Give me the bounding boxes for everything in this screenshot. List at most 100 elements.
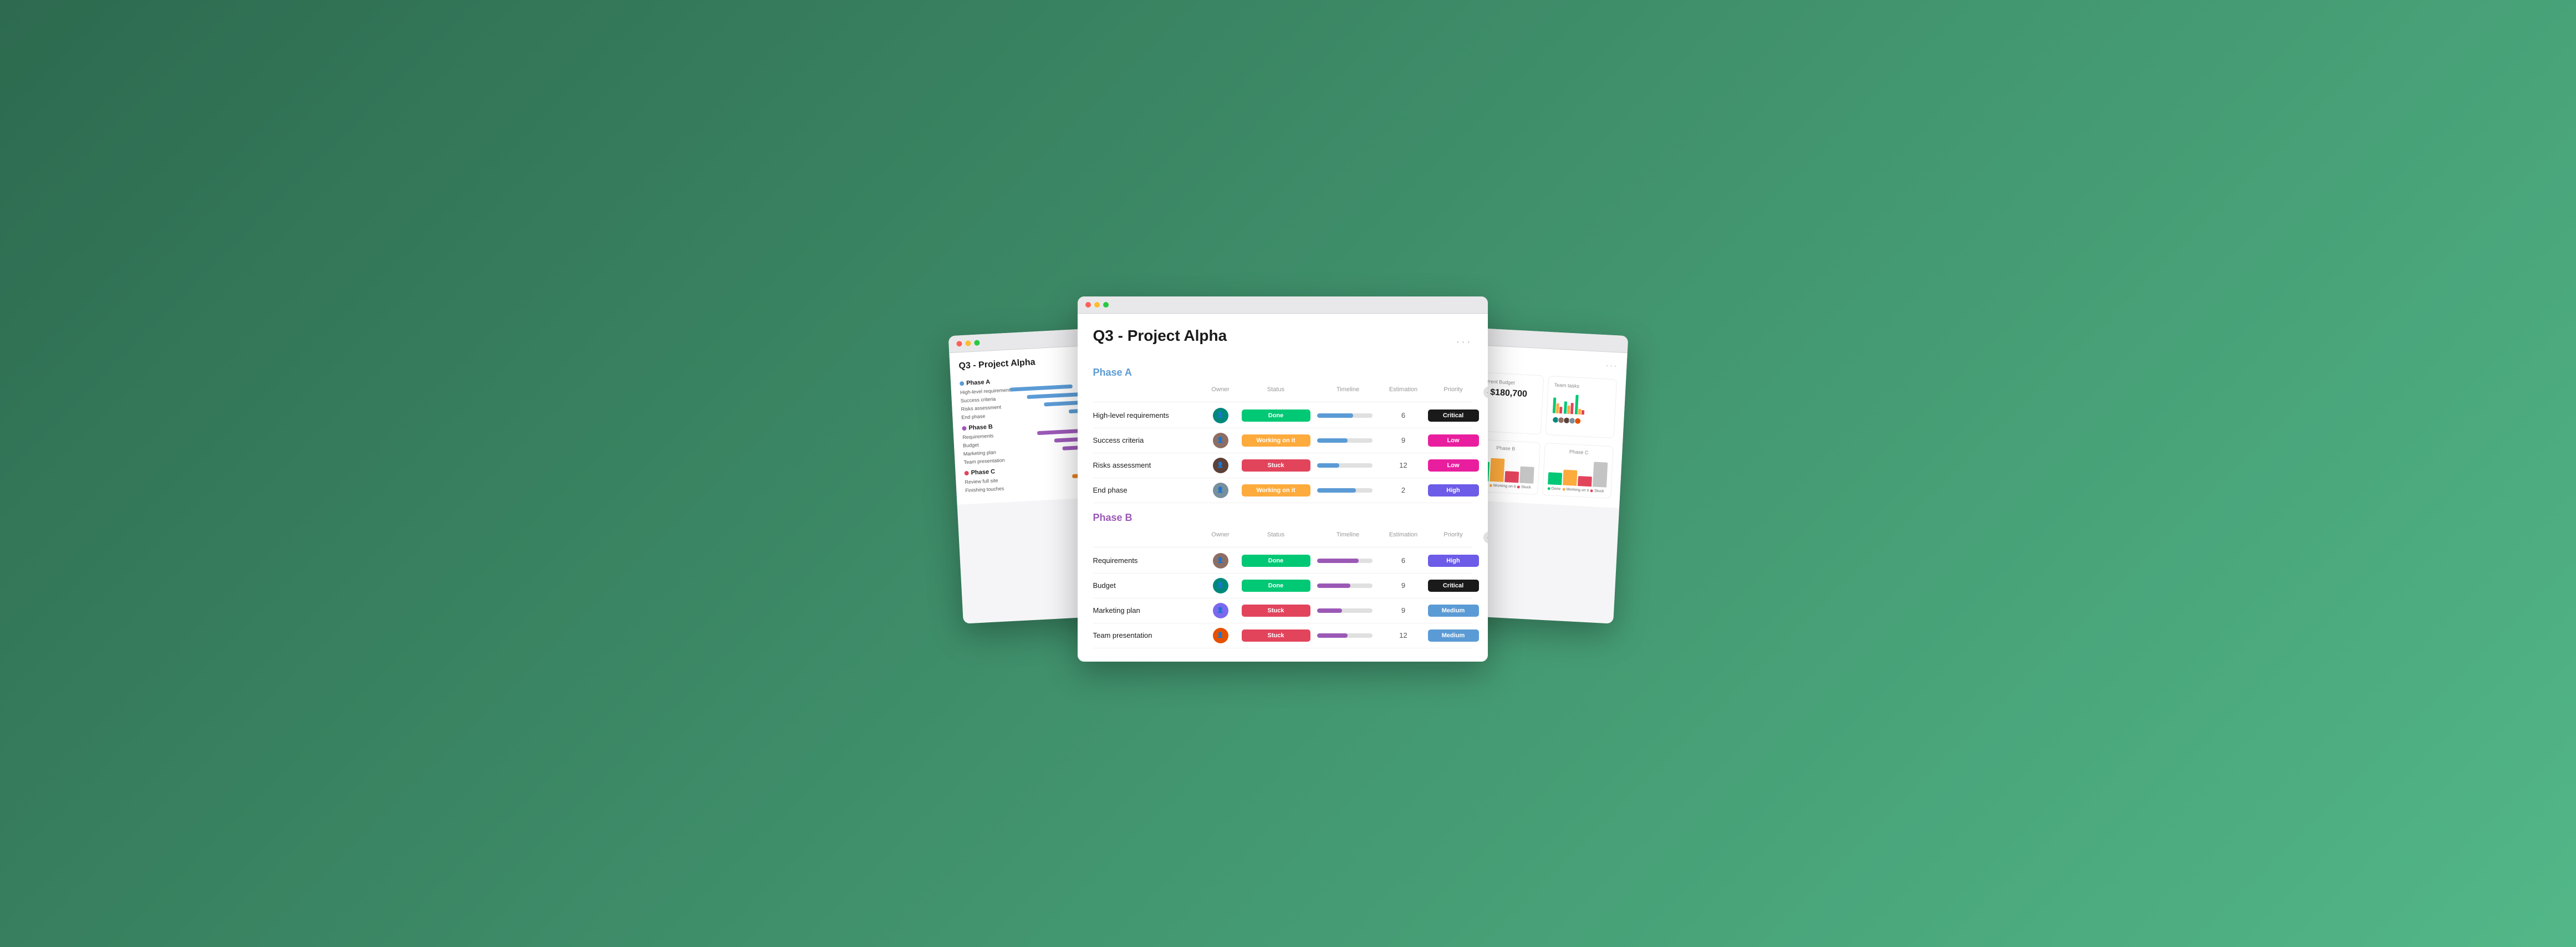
avatar: 👤 <box>1213 433 1228 448</box>
estimation: 12 <box>1381 631 1426 639</box>
estimation: 9 <box>1381 436 1426 444</box>
col-estimation-b: Estimation <box>1381 531 1426 544</box>
timeline <box>1315 559 1381 563</box>
timeline <box>1315 583 1381 588</box>
team-avatars <box>1552 416 1608 426</box>
col-add[interactable]: + <box>1481 386 1488 398</box>
main-title: Q3 - Project Alpha <box>1093 327 1227 345</box>
priority-badge: Critical <box>1428 580 1479 592</box>
task-name: Risks assessment <box>1093 461 1204 469</box>
phase-b-table-header: Owner Status Timeline Estimation Priorit… <box>1093 528 1472 547</box>
dashboard-menu-dots[interactable]: ··· <box>1605 361 1618 371</box>
close-dot[interactable] <box>1085 302 1091 308</box>
phase-a-heading: Phase A <box>1093 367 1472 378</box>
main-menu-dots[interactable]: ··· <box>1456 336 1472 349</box>
task-name: Marketing plan <box>1093 606 1204 615</box>
add-task-button-b[interactable]: + <box>1483 531 1488 544</box>
priority-badge: Critical <box>1428 409 1479 422</box>
priority-badge: Low <box>1428 459 1479 472</box>
avatar: 👤 <box>1213 483 1228 498</box>
close-dot[interactable] <box>956 341 962 347</box>
col-status-b: Status <box>1237 531 1315 544</box>
timeline <box>1315 488 1381 493</box>
maximize-dot[interactable] <box>1103 302 1109 308</box>
minimize-dot[interactable] <box>965 340 971 346</box>
team-tasks-card: Team tasks <box>1545 375 1616 438</box>
col-owner-b: Owner <box>1204 531 1237 544</box>
col-timeline-b: Timeline <box>1315 531 1381 544</box>
timeline <box>1315 413 1381 418</box>
budget-title: Current Budget <box>1481 378 1537 386</box>
phase-a-table-header: Owner Status Timeline Estimation Priorit… <box>1093 383 1472 402</box>
task-name: Requirements <box>1093 556 1204 565</box>
col-status: Status <box>1237 386 1315 398</box>
status-badge: Working on it <box>1242 434 1310 447</box>
phase-c-chart-title: Phase C <box>1549 448 1608 457</box>
status-badge: Stuck <box>1242 605 1310 617</box>
phase-b-dot <box>962 426 966 430</box>
table-row: Budget 👤 Done 9 Critical <box>1093 574 1472 598</box>
phase-c-legend: Done Working on it Stuck <box>1547 487 1606 494</box>
estimation: 6 <box>1381 556 1426 565</box>
minimize-dot[interactable] <box>1094 302 1100 308</box>
team-tasks-title: Team tasks <box>1554 382 1610 390</box>
avatar: 👤 <box>1213 578 1228 593</box>
table-row: Team presentation 👤 Stuck 12 Medium <box>1093 623 1472 648</box>
status-badge: Stuck <box>1242 629 1310 642</box>
status-badge: Stuck <box>1242 459 1310 472</box>
timeline <box>1315 438 1381 443</box>
table-row: Risks assessment 👤 Stuck 12 Low <box>1093 453 1472 478</box>
team-tasks-chart <box>1552 391 1610 416</box>
priority-badge: High <box>1428 555 1479 567</box>
table-row: Requirements 👤 Done 6 High <box>1093 549 1472 574</box>
budget-value: $180,700 <box>1480 387 1537 400</box>
estimation: 9 <box>1381 606 1426 615</box>
add-task-button[interactable]: + <box>1483 386 1488 398</box>
status-badge: Done <box>1242 580 1310 592</box>
avatar: 👤 <box>1213 628 1228 643</box>
priority-badge: Medium <box>1428 605 1479 617</box>
task-name: High-level requirements <box>1093 411 1204 419</box>
timeline <box>1315 463 1381 468</box>
priority-badge: High <box>1428 484 1479 496</box>
table-row: Success criteria 👤 Working on it 9 Low <box>1093 428 1472 453</box>
col-priority: Priority <box>1426 386 1481 398</box>
table-row: End phase 👤 Working on it 2 High <box>1093 478 1472 503</box>
table-row: High-level requirements 👤 Done 6 Critica… <box>1093 403 1472 428</box>
avatar: 👤 <box>1213 458 1228 473</box>
col-timeline: Timeline <box>1315 386 1381 398</box>
phase-c-chart: Phase C Done Working on it Stuck <box>1542 442 1614 498</box>
table-row: Marketing plan 👤 Stuck 9 Medium <box>1093 598 1472 623</box>
col-priority-b: Priority <box>1426 531 1481 544</box>
avatar: 👤 <box>1213 408 1228 423</box>
col-estimation: Estimation <box>1381 386 1426 398</box>
estimation: 12 <box>1381 461 1426 469</box>
phase-c-bars <box>1548 457 1608 487</box>
avatar: 👤 <box>1213 603 1228 618</box>
phase-c-dot <box>964 470 968 475</box>
phase-b-heading: Phase B <box>1093 512 1472 524</box>
main-content: Q3 - Project Alpha ··· Phase A Owner Sta… <box>1078 314 1488 662</box>
col-owner: Owner <box>1204 386 1237 398</box>
mini-avatar <box>1574 417 1581 424</box>
priority-badge: Medium <box>1428 629 1479 642</box>
maximize-dot[interactable] <box>974 340 980 346</box>
phase-a-dot <box>960 381 964 385</box>
main-window: Q3 - Project Alpha ··· Phase A Owner Sta… <box>1078 296 1488 662</box>
gantt-title: Q3 - Project Alpha <box>958 357 1035 371</box>
status-badge: Done <box>1242 555 1310 567</box>
scene: Q3 - Project Alpha ··· Phase A High-leve… <box>956 285 1621 662</box>
task-name: Team presentation <box>1093 631 1204 639</box>
timeline <box>1315 633 1381 638</box>
task-name: Success criteria <box>1093 436 1204 444</box>
status-badge: Done <box>1242 409 1310 422</box>
status-badge: Working on it <box>1242 484 1310 496</box>
col-task <box>1093 386 1204 398</box>
estimation: 9 <box>1381 581 1426 590</box>
estimation: 6 <box>1381 411 1426 419</box>
gantt-bar <box>1009 384 1072 391</box>
task-name: Budget <box>1093 581 1204 590</box>
estimation: 2 <box>1381 486 1426 494</box>
main-titlebar <box>1078 296 1488 314</box>
task-name: End phase <box>1093 486 1204 494</box>
